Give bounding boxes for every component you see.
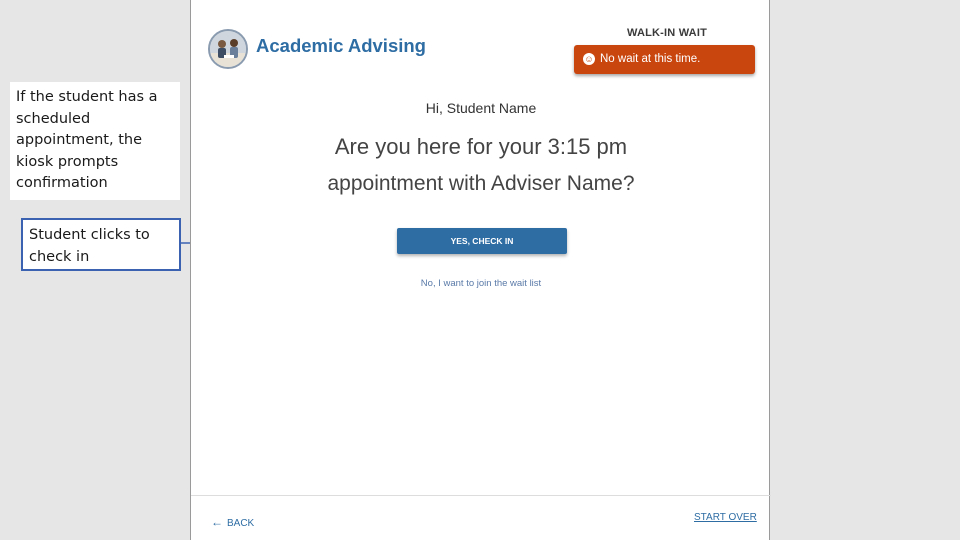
appointment-question-line2: appointment with Adviser Name? <box>327 172 635 195</box>
wait-status-badge: ☺ No wait at this time. <box>574 45 755 74</box>
greeting-text: Hi, Student Name <box>425 100 537 116</box>
annotation-click-check-in: Student clicks to check in <box>21 218 181 271</box>
brand-title: Academic Advising <box>256 35 426 56</box>
footer-divider <box>191 495 771 496</box>
yes-check-in-button[interactable]: YES, CHECK IN <box>397 228 567 254</box>
join-wait-list-link[interactable]: No, I want to join the wait list <box>191 278 771 289</box>
advising-logo-icon <box>208 29 248 69</box>
wait-status-text: No wait at this time. <box>600 53 701 65</box>
back-button[interactable]: ← BACK <box>211 515 254 529</box>
annotation-scheduled-appointment: If the student has a scheduled appointme… <box>10 82 180 200</box>
smiley-icon: ☺ <box>583 53 595 65</box>
back-label: BACK <box>227 518 255 529</box>
back-arrow-icon: ← <box>211 515 223 529</box>
walk-in-wait-title: WALK-IN WAIT <box>627 27 707 39</box>
start-over-link[interactable]: START OVER <box>694 512 757 523</box>
kiosk-screen: Academic Advising WALK-IN WAIT ☺ No wait… <box>190 0 771 540</box>
appointment-question-line1: Are you here for your 3:15 pm <box>334 134 628 159</box>
